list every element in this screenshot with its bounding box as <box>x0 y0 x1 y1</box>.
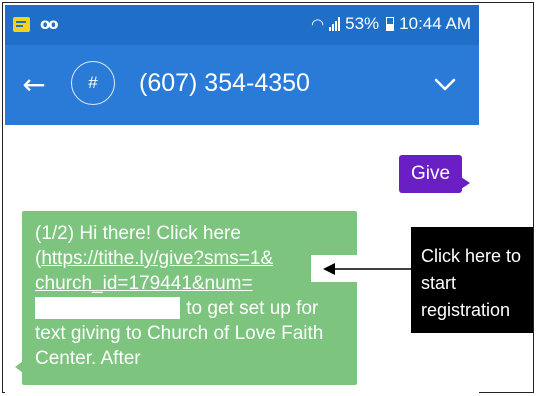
annotation-arrow-icon <box>323 263 413 275</box>
back-button[interactable]: ← <box>17 67 51 101</box>
expand-button[interactable] <box>431 71 459 99</box>
phone-screen: oo ◠ 53% 10:44 AM ← # (607) 354-4350 Giv… <box>5 5 479 394</box>
sent-message-bubble[interactable]: Give <box>399 155 471 193</box>
link-line-2: church_id=179441&num= <box>35 273 253 294</box>
status-notifications: oo <box>13 15 59 33</box>
screenshot-frame: oo ◠ 53% 10:44 AM ← # (607) 354-4350 Giv… <box>2 2 534 394</box>
message-notification-icon <box>13 16 30 32</box>
chevron-down-icon <box>434 78 456 91</box>
signal-icon <box>329 17 341 31</box>
contact-avatar[interactable]: # <box>71 61 115 105</box>
callout-line-3: registration <box>421 300 511 320</box>
link-line-1: https://tithe.ly/give?sms=1& <box>41 248 274 269</box>
annotation-callout: Click here to start registration <box>411 227 533 333</box>
back-arrow-icon: ← <box>22 67 46 101</box>
redacted-number <box>35 297 180 319</box>
status-bar: oo ◠ 53% 10:44 AM <box>5 5 479 45</box>
avatar-glyph: # <box>88 73 98 92</box>
received-message-bubble[interactable]: (1/2) Hi there! Click here (https://tith… <box>15 211 357 385</box>
callout-line-2: start <box>421 273 457 293</box>
status-indicators: ◠ 53% 10:44 AM <box>311 14 471 34</box>
sent-message-text: Give <box>411 163 451 184</box>
received-message-text: (1/2) Hi there! Click here (https://tith… <box>35 221 353 371</box>
battery-icon <box>386 17 395 31</box>
wifi-icon: ◠ <box>311 15 325 33</box>
contact-phone-number[interactable]: (607) 354-4350 <box>139 69 310 98</box>
conversation-header: ← # (607) 354-4350 <box>5 45 479 125</box>
clock: 10:44 AM <box>399 14 471 33</box>
callout-line-1: Click here to <box>421 246 522 266</box>
voicemail-icon: oo <box>40 15 59 33</box>
battery-percent: 53% <box>345 14 380 33</box>
